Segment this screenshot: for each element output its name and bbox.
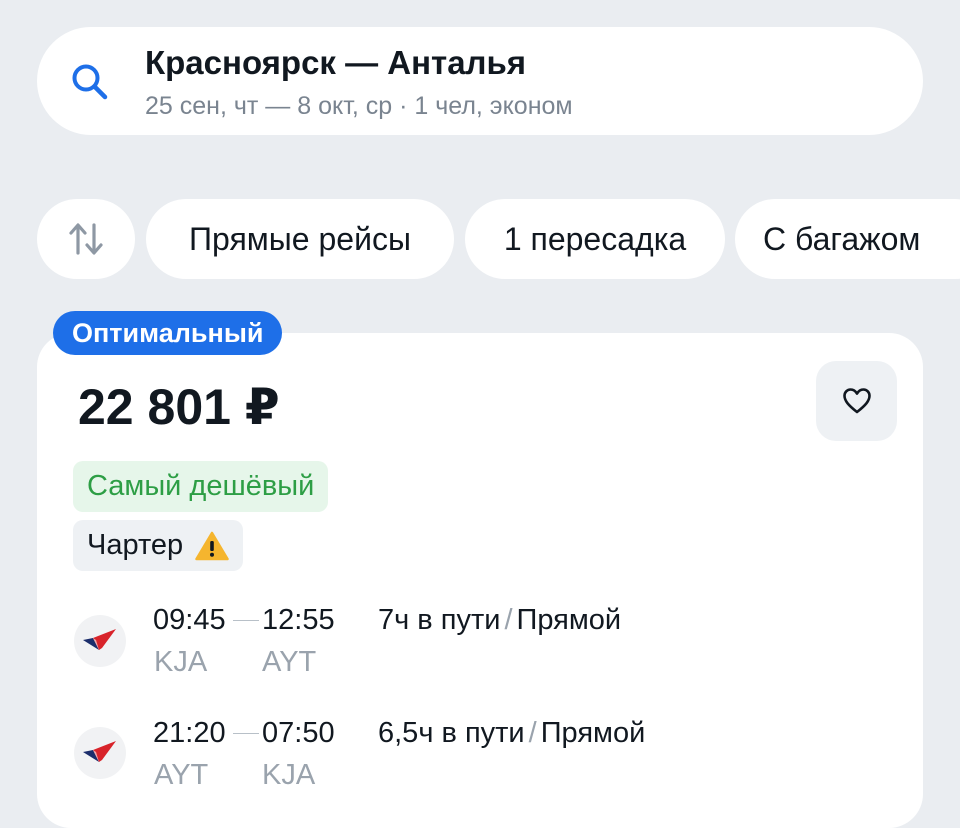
airline-logo-icon: [83, 629, 116, 650]
favorite-button[interactable]: [816, 361, 897, 441]
search-details: 25 сен, чт — 8 окт, ср · 1 чел, эконом: [145, 92, 573, 120]
segment-2-dash: [233, 733, 259, 734]
sort-arrows-icon: [69, 223, 103, 255]
cheapest-tag: Самый дешёвый: [73, 461, 329, 512]
warning-icon: [195, 531, 229, 560]
segment-2-separator: /: [528, 717, 537, 749]
segment-1-to-code: AYT: [262, 646, 317, 678]
heart-icon: [842, 388, 871, 414]
segment-2-arrive-time: 07:50: [262, 717, 335, 749]
segment-1-dash: [233, 620, 259, 621]
sort-button[interactable]: [37, 199, 135, 279]
filter-one-transfer[interactable]: 1 пересадка: [465, 199, 725, 279]
segment-1-duration-text: 7ч в пути: [378, 604, 501, 636]
airline-logo-icon: [83, 741, 116, 762]
optimal-badge: Оптимальный: [53, 311, 283, 355]
segment-2-duration-text: 6,5ч в пути: [378, 717, 525, 749]
charter-tag: Чартер: [73, 520, 244, 571]
segment-2-type: Прямой: [540, 717, 646, 749]
segment-2-depart-time: 21:20: [153, 717, 226, 749]
segment-1-from-code: KJA: [154, 646, 208, 678]
airline-logo: [74, 727, 126, 779]
segment-1-separator: /: [504, 604, 513, 636]
segment-1-arrive-time: 12:55: [262, 604, 335, 636]
offer-price: 22 801 ₽: [78, 379, 280, 435]
filter-with-baggage[interactable]: С багажом: [735, 199, 960, 279]
charter-label: Чартер: [87, 529, 184, 561]
segment-2-from-code: AYT: [154, 759, 209, 791]
segment-2-to-code: KJA: [262, 759, 316, 791]
segment-2-duration: 6,5ч в пути / Прямой: [378, 717, 645, 750]
search-icon: [72, 64, 108, 100]
filter-direct-flights[interactable]: Прямые рейсы: [146, 199, 454, 279]
route-title: Красноярск — Анталья: [145, 44, 527, 81]
airline-logo: [74, 615, 126, 667]
segment-1-duration: 7ч в пути / Прямой: [378, 604, 621, 637]
segment-1-type: Прямой: [516, 604, 622, 636]
segment-1-depart-time: 09:45: [153, 604, 226, 636]
